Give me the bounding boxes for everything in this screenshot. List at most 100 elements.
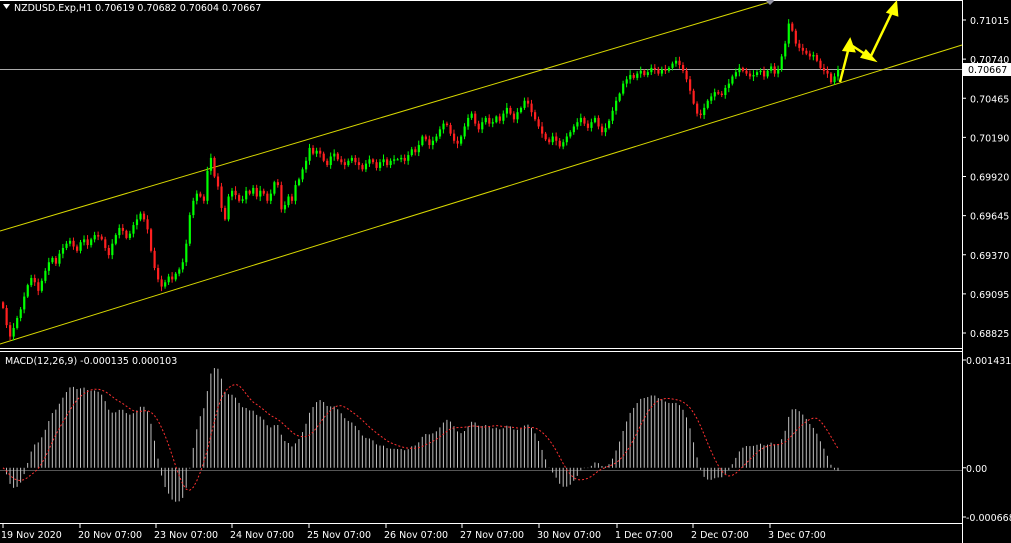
candle xyxy=(523,97,526,110)
chart-canvas[interactable]: NZDUSD.Exp,H1 0.70619 0.70682 0.70604 0.… xyxy=(0,0,1011,543)
candle xyxy=(597,115,600,130)
candle xyxy=(604,123,607,137)
candle xyxy=(79,239,82,254)
time-tick-label: 19 Nov 2020 xyxy=(1,530,62,541)
candle xyxy=(259,185,262,202)
channel-upper-line[interactable] xyxy=(0,1,771,232)
candle xyxy=(717,89,720,96)
candle xyxy=(209,153,213,175)
candle xyxy=(798,39,801,52)
candle xyxy=(382,154,385,166)
candle xyxy=(107,245,110,259)
candle xyxy=(319,147,322,158)
macd-tick-label: 0.001431 xyxy=(966,356,1011,367)
candle xyxy=(460,134,463,146)
candle xyxy=(674,57,678,67)
candle xyxy=(9,321,12,341)
time-tick-label: 26 Nov 07:00 xyxy=(384,530,448,541)
candle xyxy=(741,66,745,73)
candle xyxy=(192,197,195,219)
candle xyxy=(276,179,280,188)
candle xyxy=(202,194,206,204)
candle xyxy=(206,166,209,205)
candle xyxy=(72,237,75,250)
candle xyxy=(16,315,19,330)
candle xyxy=(322,151,325,163)
candle xyxy=(689,76,692,95)
candle xyxy=(33,274,36,286)
candle xyxy=(509,105,512,116)
candle xyxy=(569,130,572,139)
candle xyxy=(488,114,491,127)
candle xyxy=(40,278,43,293)
candle xyxy=(114,233,117,246)
candle xyxy=(431,136,435,150)
candle xyxy=(269,189,272,205)
candle xyxy=(389,158,392,169)
candle xyxy=(343,158,346,170)
macd-signal-line xyxy=(2,383,839,491)
candle xyxy=(139,211,142,222)
candle xyxy=(787,19,790,48)
candle xyxy=(336,152,339,162)
candle xyxy=(449,122,452,136)
chart-header: NZDUSD.Exp,H1 0.70619 0.70682 0.70604 0.… xyxy=(14,3,261,14)
candle xyxy=(135,214,139,230)
candle xyxy=(572,124,575,135)
candle xyxy=(815,53,819,63)
time-tick-label: 24 Nov 07:00 xyxy=(230,530,294,541)
candle xyxy=(231,187,234,201)
price-axis: 0.71015 0.70740 0.70465 0.70190 0.69920 0.696… xyxy=(962,16,1009,340)
candle xyxy=(199,191,202,198)
candle xyxy=(255,184,258,200)
candle xyxy=(220,182,223,212)
candle xyxy=(428,135,431,149)
candle xyxy=(178,267,181,277)
candle xyxy=(213,156,216,179)
candle xyxy=(378,159,382,172)
dropdown-triangle-icon[interactable] xyxy=(3,4,10,9)
candle xyxy=(812,51,815,61)
candle xyxy=(424,134,427,142)
candle xyxy=(118,224,121,239)
candle xyxy=(706,99,709,110)
candle xyxy=(30,274,33,288)
candle xyxy=(692,88,695,105)
candle xyxy=(544,131,547,142)
candle xyxy=(474,111,477,127)
price-tick-label: 0.69095 xyxy=(970,290,1009,301)
candle xyxy=(266,191,269,204)
projection-arrows[interactable] xyxy=(838,0,899,83)
candle xyxy=(452,129,456,144)
candle xyxy=(146,215,149,234)
current-price-label: 0.70667 xyxy=(968,65,1007,76)
time-tick-label: 30 Nov 07:00 xyxy=(537,530,601,541)
candle xyxy=(558,138,561,149)
channel-lower-line[interactable] xyxy=(0,44,963,345)
candle xyxy=(262,188,265,196)
candle xyxy=(364,160,368,173)
candle xyxy=(763,66,766,80)
macd-tick-label: -0.000668 xyxy=(966,513,1011,524)
signal-line xyxy=(2,383,839,491)
candle xyxy=(100,234,103,241)
candle xyxy=(632,72,635,80)
candle xyxy=(720,91,723,98)
candle xyxy=(534,109,537,122)
candle xyxy=(83,235,86,246)
candle xyxy=(329,152,332,169)
candle xyxy=(636,71,639,81)
macd-tick-label: 0.00 xyxy=(966,464,987,475)
candle xyxy=(357,157,361,170)
candle xyxy=(238,193,241,203)
candle xyxy=(54,255,58,266)
candle xyxy=(227,193,230,222)
candle xyxy=(537,116,540,129)
candle xyxy=(157,264,160,283)
candle xyxy=(590,118,593,132)
candle xyxy=(407,151,410,165)
candle xyxy=(766,69,769,79)
candle xyxy=(410,146,413,157)
candle xyxy=(837,65,840,81)
candle xyxy=(653,64,656,74)
